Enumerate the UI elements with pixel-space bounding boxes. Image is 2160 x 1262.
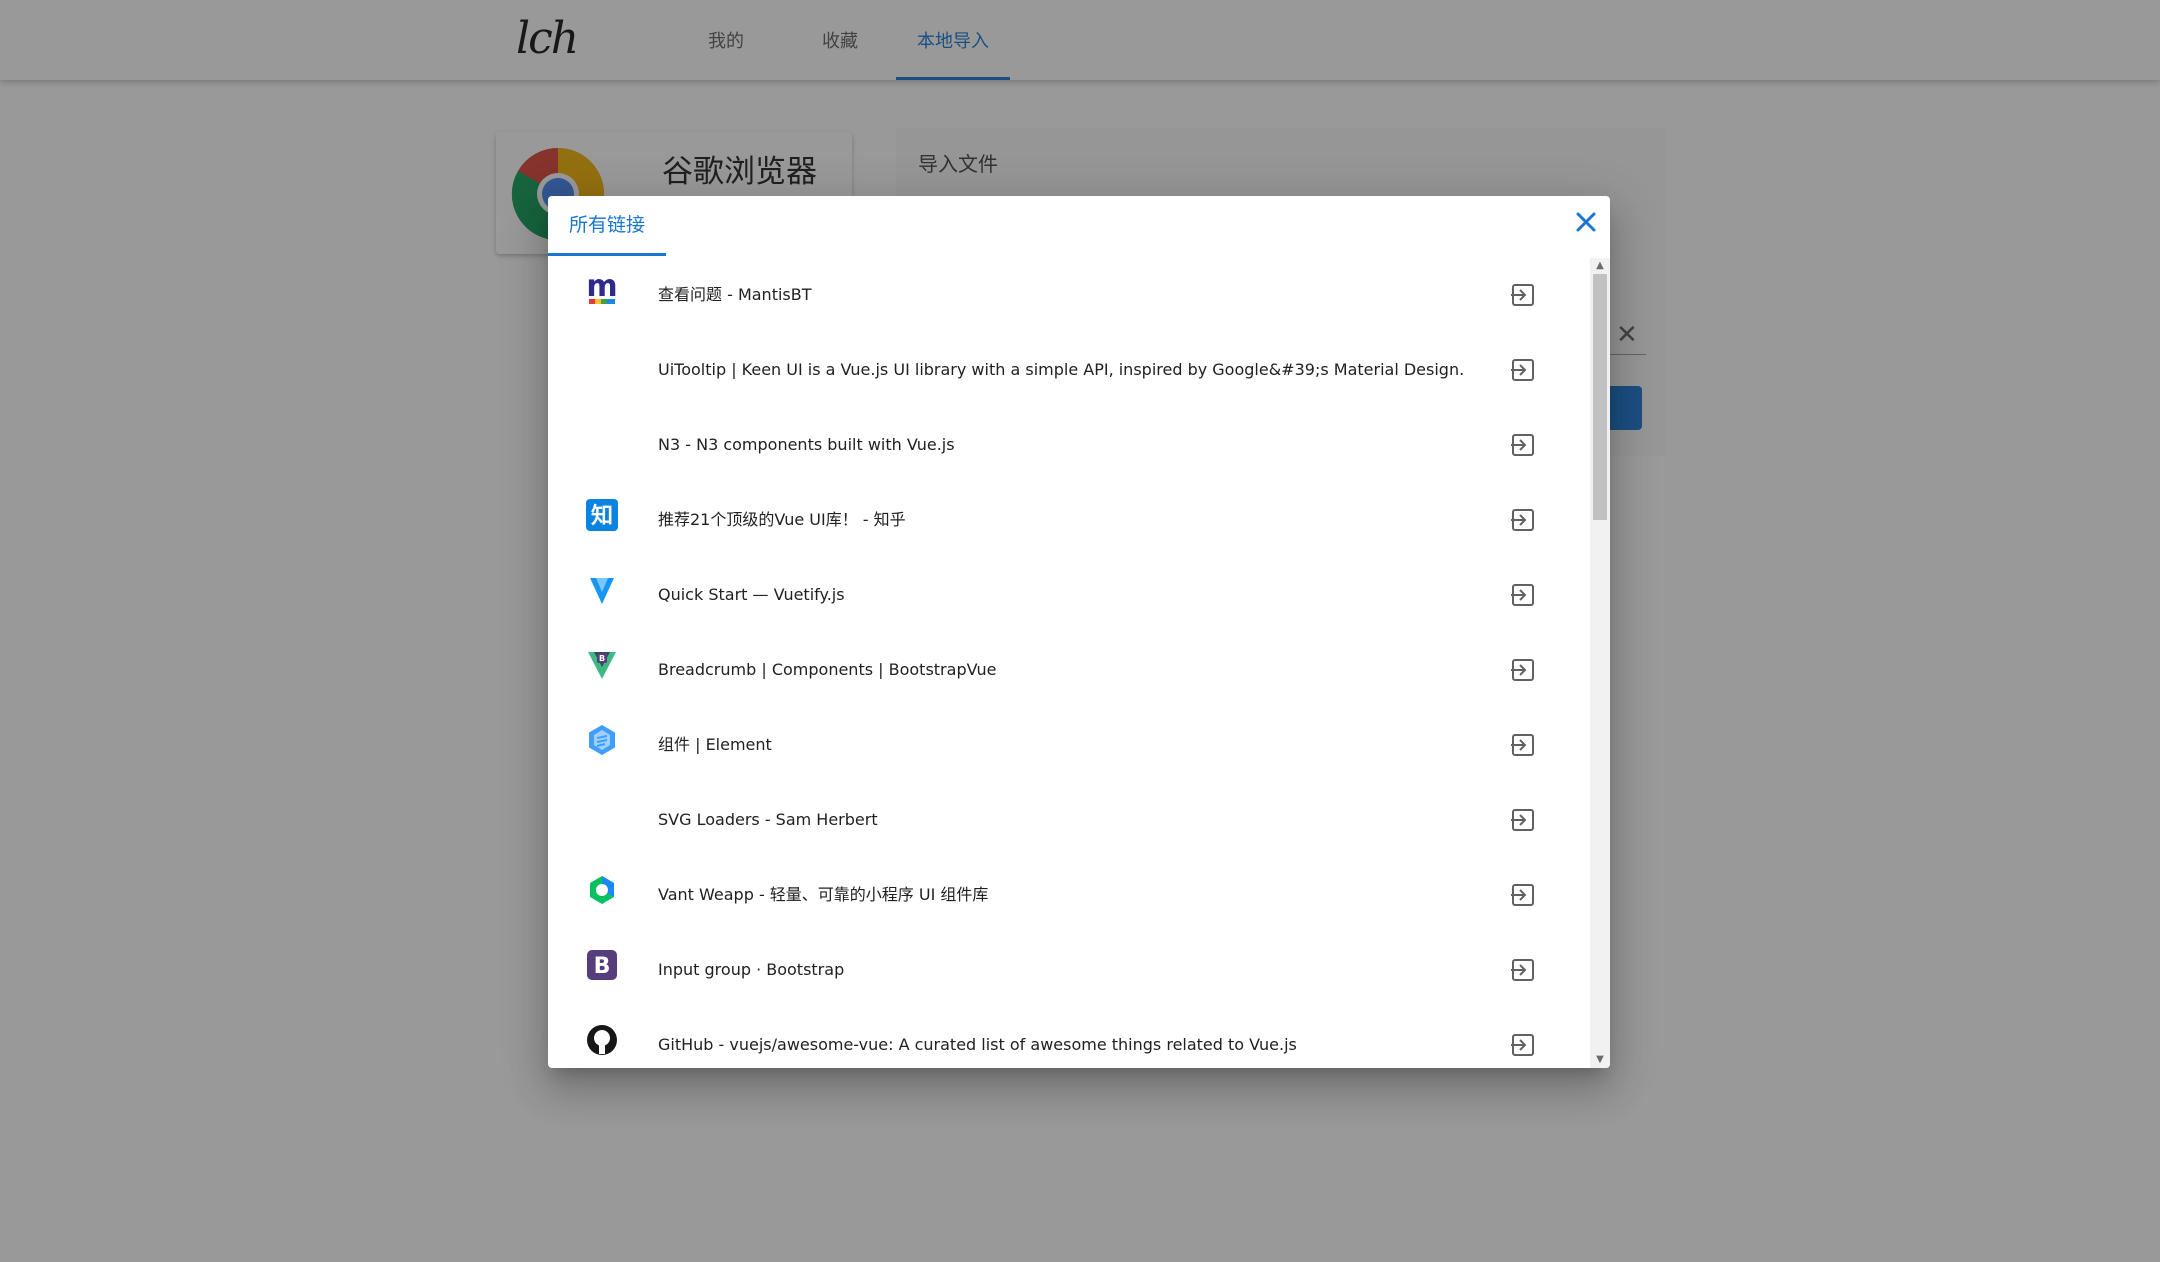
list-item-title: UiTooltip | Keen UI is a Vue.js UI libra…	[658, 360, 1465, 379]
list-item[interactable]: B Breadcrumb | Components | BootstrapVue	[548, 633, 1590, 708]
vuetify-icon	[586, 574, 618, 606]
svg-text:B: B	[594, 954, 611, 979]
all-links-dialog: 所有链接 m 查看问题 - MantisBT UiTooltip | Keen …	[548, 196, 1610, 1068]
github-icon	[586, 1024, 618, 1056]
list-item[interactable]: SVG Loaders - Sam Herbert	[548, 783, 1590, 858]
open-in-icon[interactable]	[1510, 432, 1536, 458]
list-item-title: Vant Weapp - 轻量、可靠的小程序 UI 组件库	[658, 885, 989, 904]
open-in-icon[interactable]	[1510, 357, 1536, 383]
scroll-up-arrow-icon[interactable]: ▲	[1590, 258, 1610, 274]
scrollbar-thumb[interactable]	[1593, 274, 1607, 520]
list-item[interactable]: UiTooltip | Keen UI is a Vue.js UI libra…	[548, 333, 1590, 408]
list-item-title: N3 - N3 components built with Vue.js	[658, 435, 955, 454]
open-in-icon[interactable]	[1510, 507, 1536, 533]
svg-text:知: 知	[591, 503, 613, 529]
list-item-title: Breadcrumb | Components | BootstrapVue	[658, 660, 997, 679]
list-item-title: 组件 | Element	[658, 735, 772, 754]
list-item[interactable]: N3 - N3 components built with Vue.js	[548, 408, 1590, 483]
list-item[interactable]: 组件 | Element	[548, 708, 1590, 783]
vant-icon	[586, 874, 618, 906]
list-item-title: Input group · Bootstrap	[658, 960, 845, 979]
open-in-icon[interactable]	[1510, 882, 1536, 908]
element-icon	[586, 724, 618, 756]
list-item-title: SVG Loaders - Sam Herbert	[658, 810, 878, 829]
list-scrollbar[interactable]: ▲ ▼	[1590, 258, 1610, 1068]
open-in-icon[interactable]	[1510, 1032, 1536, 1058]
list-item-title: Quick Start — Vuetify.js	[658, 585, 845, 604]
bootstrapvue-icon: B	[586, 649, 618, 681]
bootstrap-icon: B	[586, 949, 618, 981]
list-item[interactable]: m 查看问题 - MantisBT	[548, 258, 1590, 333]
scroll-down-arrow-icon[interactable]: ▼	[1590, 1052, 1610, 1068]
open-in-icon[interactable]	[1510, 807, 1536, 833]
link-list[interactable]: m 查看问题 - MantisBT UiTooltip | Keen UI is…	[548, 258, 1590, 1068]
list-item-title: GitHub - vuejs/awesome-vue: A curated li…	[658, 1035, 1297, 1054]
svg-text:B: B	[599, 654, 605, 663]
list-item[interactable]: GitHub - vuejs/awesome-vue: A curated li…	[548, 1008, 1590, 1068]
open-in-icon[interactable]	[1510, 657, 1536, 683]
list-item[interactable]: Vant Weapp - 轻量、可靠的小程序 UI 组件库	[548, 858, 1590, 933]
mantisbt-icon: m	[586, 274, 618, 306]
list-item-title: 推荐21个顶级的Vue UI库！ - 知乎	[658, 510, 906, 529]
open-in-icon[interactable]	[1510, 582, 1536, 608]
list-item[interactable]: B Input group · Bootstrap	[548, 933, 1590, 1008]
open-in-icon[interactable]	[1510, 732, 1536, 758]
tab-all-links[interactable]: 所有链接	[548, 196, 666, 256]
open-in-icon[interactable]	[1510, 282, 1536, 308]
close-icon[interactable]	[1572, 208, 1600, 236]
zhihu-icon: 知	[586, 499, 618, 531]
list-item[interactable]: 知 推荐21个顶级的Vue UI库！ - 知乎	[548, 483, 1590, 558]
open-in-icon[interactable]	[1510, 957, 1536, 983]
list-item-title: 查看问题 - MantisBT	[658, 285, 812, 304]
list-item[interactable]: Quick Start — Vuetify.js	[548, 558, 1590, 633]
